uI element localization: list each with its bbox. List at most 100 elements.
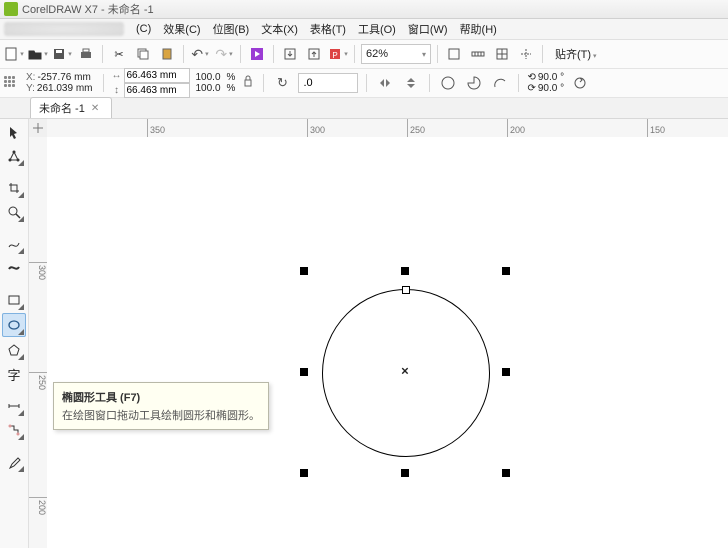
ruler-vertical[interactable]: 300 250 200 [29,137,48,548]
zoom-tool[interactable] [3,201,25,223]
dimension-tool[interactable] [3,395,25,417]
y-value[interactable]: 261.039 mm [37,83,93,94]
snap-menu[interactable]: 贴齐(T) [549,44,603,64]
mirror-h-button[interactable] [375,73,395,93]
fullscreen-button[interactable] [444,44,464,64]
x-value[interactable]: -257.76 mm [37,72,90,83]
width-icon: ↔ [112,70,122,81]
scale-y[interactable]: 100.0 [196,83,221,94]
grid-button[interactable] [492,44,512,64]
redo-icon: ↷ [215,46,227,63]
tooltip-body: 在绘图窗口拖动工具绘制圆形和椭圆形。 [62,407,260,423]
ruler-origin[interactable] [29,119,48,138]
text-icon: 字 [7,365,20,384]
handle-ne[interactable] [502,267,510,275]
arc-mode-button[interactable] [490,73,510,93]
titlebar: CorelDRAW X7 - 未命名 -1 [0,0,728,19]
origin-grip[interactable] [4,76,18,90]
open-button[interactable] [28,44,48,64]
scale-block: 100.0 100.0 [196,72,221,94]
lock-ratio-button[interactable] [241,72,255,94]
menu-item-effects[interactable]: 效果(C) [157,19,206,39]
mirror-v-button[interactable] [401,73,421,93]
launch-button[interactable] [247,44,267,64]
x-label: X: [26,72,35,83]
handle-nw[interactable] [300,267,308,275]
freehand-tool[interactable] [3,233,25,255]
ruler-tick: 250 [29,372,47,390]
tooltip: 椭圆形工具 (F7) 在绘图窗口拖动工具绘制圆形和椭圆形。 [53,382,269,430]
undo-icon: ↶ [191,46,203,63]
undo-button[interactable]: ↶ [190,44,210,64]
publish-button[interactable]: P [328,44,348,64]
rotation-input[interactable] [298,73,358,93]
end-angle-icon: ⟳ [527,83,535,94]
handle-n[interactable] [401,267,409,275]
menu-item-tools[interactable]: 工具(O) [352,19,402,39]
rect-tool[interactable] [3,289,25,311]
height-icon: ↕ [112,85,122,96]
end-angle[interactable]: 90.0 ° [538,83,564,94]
ruler-horizontal[interactable]: 350 300 250 200 150 [47,119,728,138]
scale-x[interactable]: 100.0 [196,72,221,83]
percent-block: % % [227,72,236,94]
menu-item-table[interactable]: 表格(T) [304,19,352,39]
redo-button[interactable]: ↷ [214,44,234,64]
tooltip-title: 椭圆形工具 (F7) [62,389,260,405]
import-button[interactable] [280,44,300,64]
ellipse-tool[interactable] [2,313,26,337]
pct-1: % [227,72,236,83]
copy-button[interactable] [133,44,153,64]
shape-tool[interactable] [3,145,25,167]
height-input[interactable] [124,83,190,98]
pick-tool[interactable] [3,121,25,143]
polygon-tool[interactable] [3,339,25,361]
menu-item-help[interactable]: 帮助(H) [454,19,503,39]
cut-button[interactable]: ✂ [109,44,129,64]
handle-sw[interactable] [300,469,308,477]
menu-item-bitmap[interactable]: 位图(B) [207,19,256,39]
eyedropper-tool[interactable] [3,451,25,473]
width-input[interactable] [124,68,190,83]
standard-toolbar: ✂ ↶ ↷ P 62%▾ 贴齐(T) [0,40,728,69]
handle-w[interactable] [300,368,308,376]
doc-tab-label: 未命名 -1 [39,100,85,116]
close-icon[interactable]: ✕ [91,103,99,114]
property-bar: X:-257.76 mm Y:261.039 mm ↔ ↕ 100.0 100.… [0,69,728,98]
position-block: X:-257.76 mm Y:261.039 mm [24,72,95,94]
toolbox: 字 [0,119,29,548]
menu-item-window[interactable]: 窗口(W) [402,19,454,39]
artistic-media-tool[interactable] [3,257,25,279]
menu-item-0[interactable]: (C) [130,21,157,37]
show-rulers-button[interactable] [468,44,488,64]
connector-tool[interactable] [3,419,25,441]
menubar: (C) 效果(C) 位图(B) 文本(X) 表格(T) 工具(O) 窗口(W) … [0,19,728,40]
zoom-input[interactable]: 62%▾ [361,44,431,64]
print-button[interactable] [76,44,96,64]
svg-text:P: P [333,51,338,60]
direction-button[interactable] [570,73,590,93]
text-tool[interactable]: 字 [3,363,25,385]
size-block: ↔ ↕ [112,68,190,98]
start-angle[interactable]: 90.0 ° [538,72,564,83]
rotate-button[interactable]: ↻ [272,73,292,93]
crop-tool[interactable] [3,177,25,199]
pie-mode-button[interactable] [464,73,484,93]
export-button[interactable] [304,44,324,64]
doc-tab[interactable]: 未命名 -1 ✕ [30,97,112,118]
handle-e[interactable] [502,368,510,376]
angle-block: ⟲90.0 ° ⟳90.0 ° [527,72,564,94]
canvas-area: 350 300 250 200 150 300 250 200 ✕ [29,119,728,548]
shape-node[interactable] [402,286,410,294]
paste-button[interactable] [157,44,177,64]
canvas[interactable]: ✕ 椭圆形工具 (F7) 在绘图窗口拖动工具绘制圆形和椭圆形。 [47,137,728,548]
handle-se[interactable] [502,469,510,477]
tab-row: 未命名 -1 ✕ [0,98,728,119]
window-title: CorelDRAW X7 - 未命名 -1 [22,1,154,17]
handle-s[interactable] [401,469,409,477]
menu-item-text[interactable]: 文本(X) [255,19,304,39]
new-button[interactable] [4,44,24,64]
guidelines-button[interactable] [516,44,536,64]
ellipse-mode-button[interactable] [438,73,458,93]
save-button[interactable] [52,44,72,64]
